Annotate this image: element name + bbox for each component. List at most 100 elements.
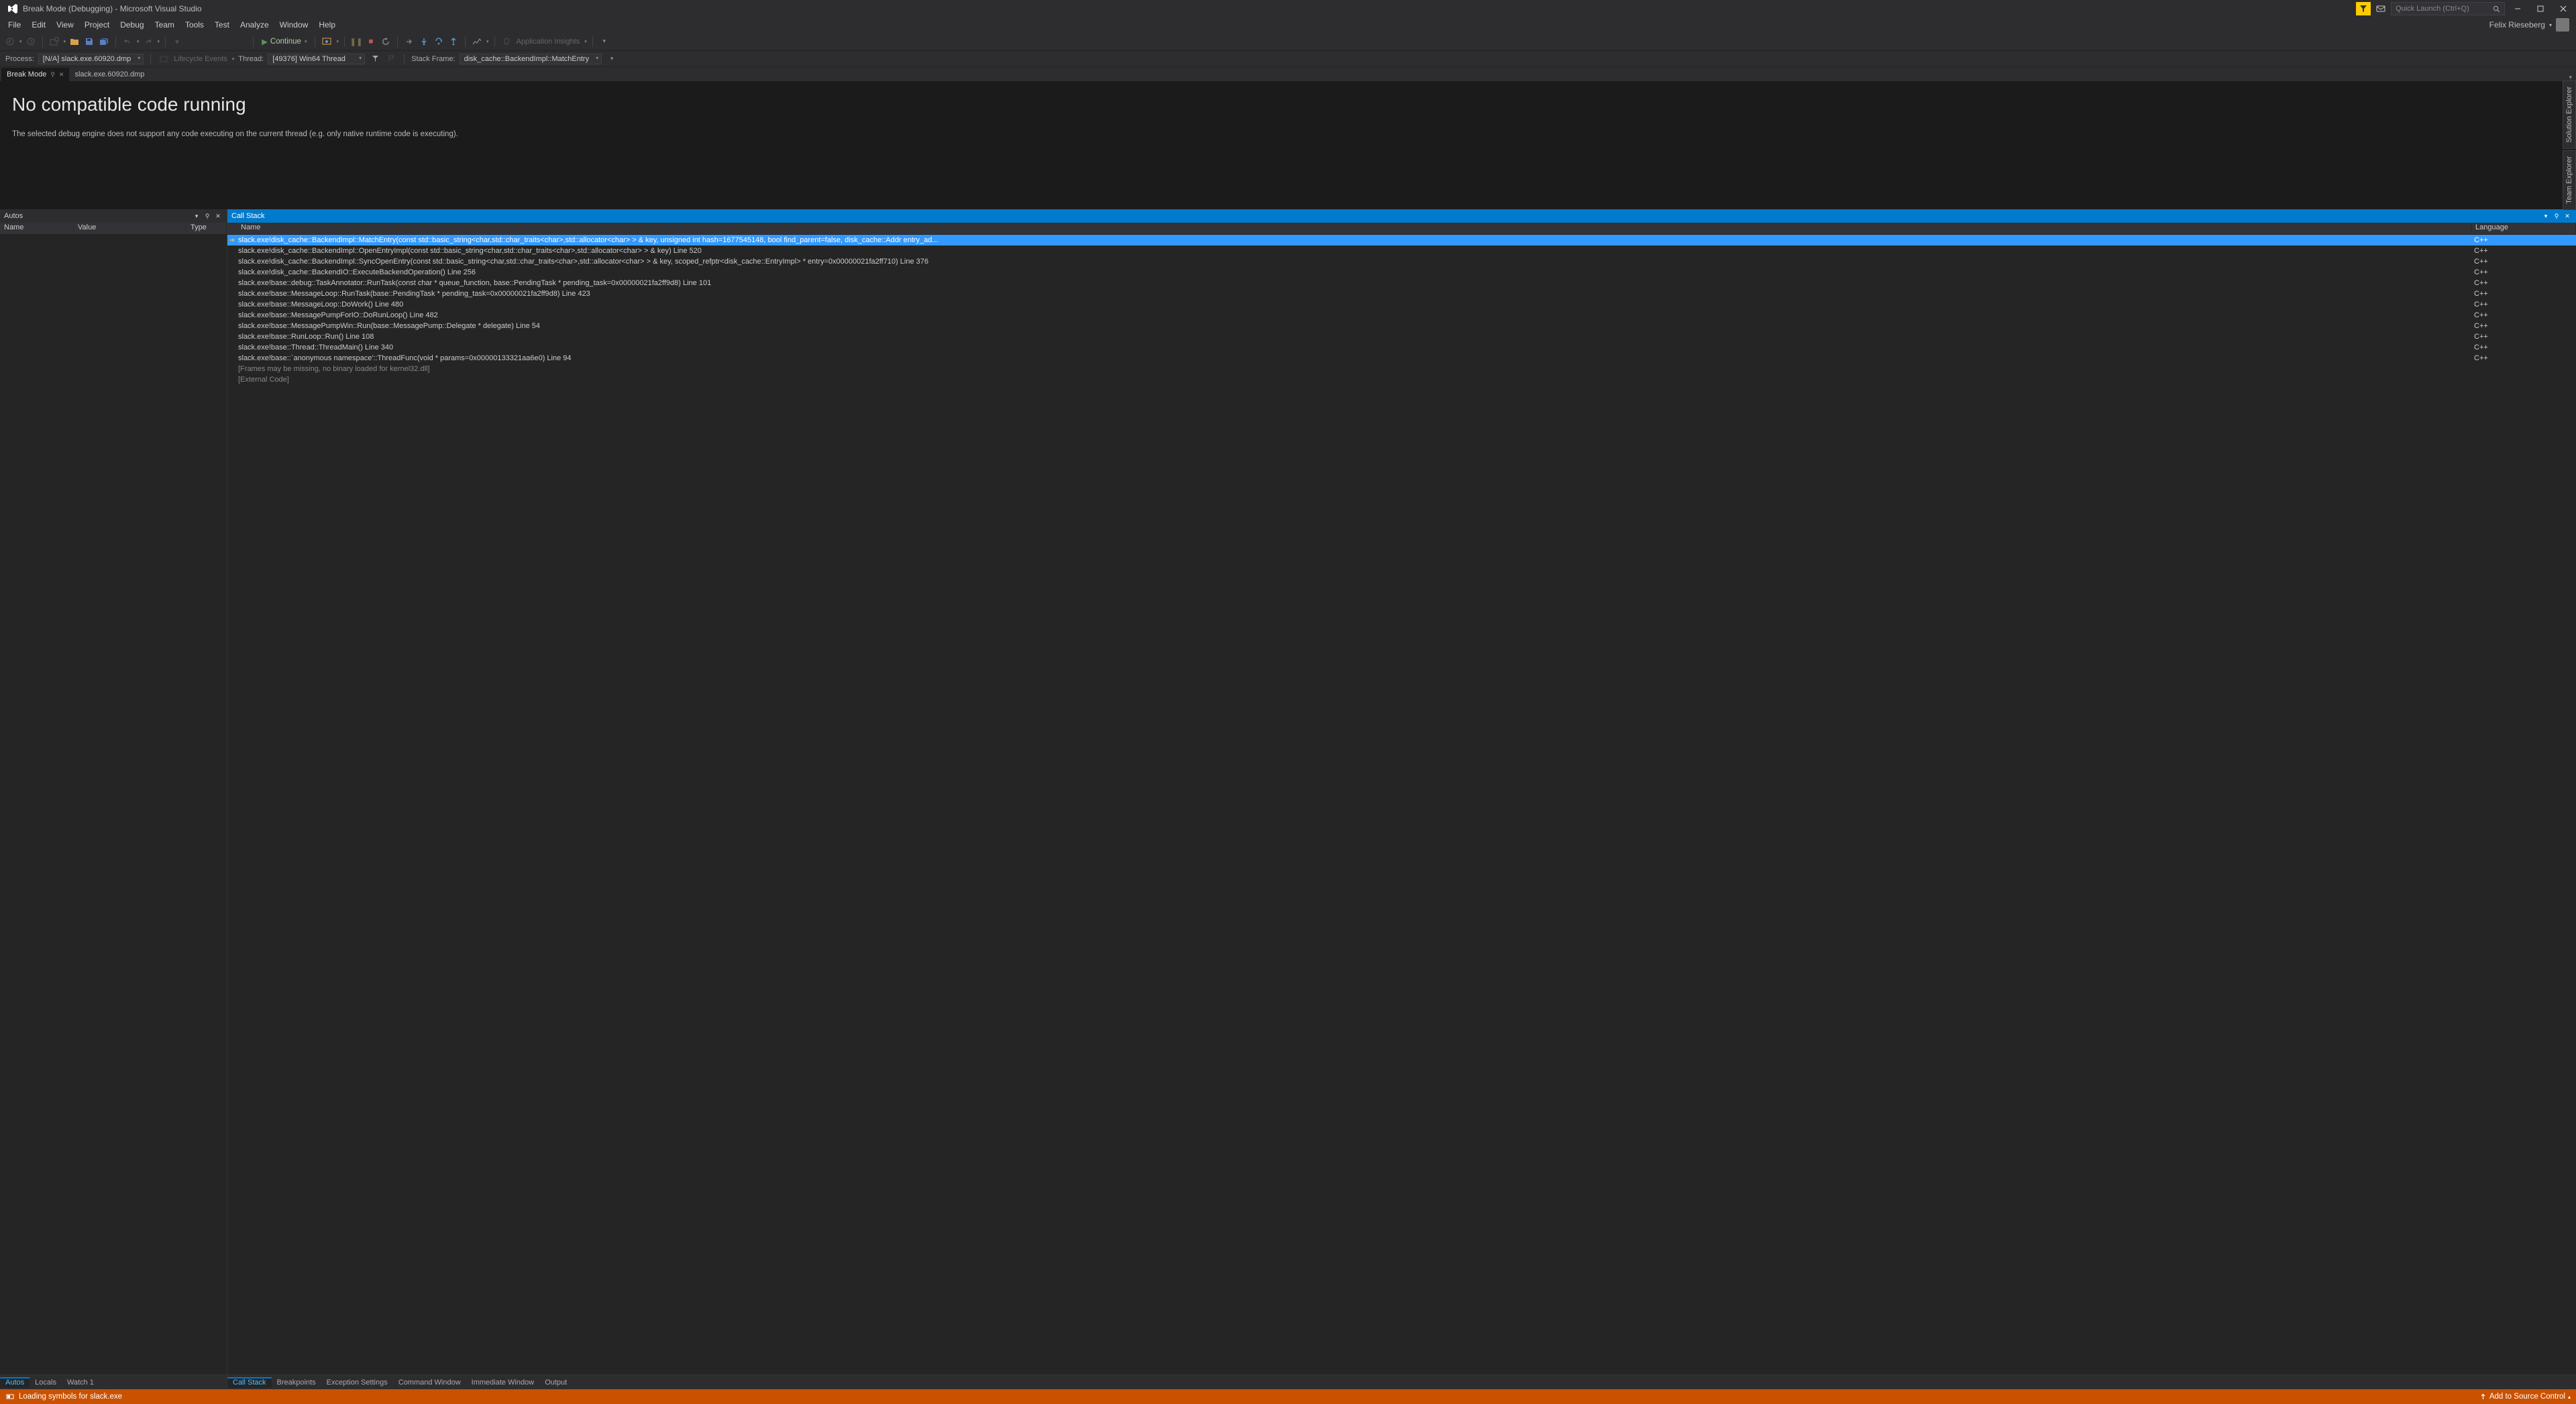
chevron-down-icon[interactable]: ▾ bbox=[64, 39, 66, 44]
maximize-button[interactable] bbox=[2530, 2, 2551, 15]
minimize-button[interactable] bbox=[2508, 2, 2528, 15]
col-value[interactable]: Value bbox=[74, 223, 186, 234]
callstack-row[interactable]: slack.exe!base::`anonymous namespace'::T… bbox=[227, 353, 2576, 364]
redo-icon[interactable] bbox=[142, 36, 154, 48]
save-icon[interactable] bbox=[83, 36, 95, 48]
callstack-row[interactable]: slack.exe!base::MessagePumpForIO::DoRunL… bbox=[227, 310, 2576, 321]
callstack-row[interactable]: ➔slack.exe!disk_cache::BackendImpl::Matc… bbox=[227, 235, 2576, 246]
new-project-icon[interactable] bbox=[48, 36, 60, 48]
tab-break-mode[interactable]: Break Mode ⚲ ✕ bbox=[1, 68, 69, 81]
callstack-header[interactable]: Call Stack ▾ ⚲ ✕ bbox=[227, 209, 2576, 223]
tab-callstack[interactable]: Call Stack bbox=[227, 1377, 272, 1388]
menu-view[interactable]: View bbox=[51, 19, 79, 31]
filter-threads-icon[interactable] bbox=[369, 53, 381, 65]
add-to-source-control[interactable]: Add to Source Control ▴ bbox=[2479, 1393, 2571, 1401]
autos-header[interactable]: Autos ▾ ⚲ ✕ bbox=[0, 209, 227, 223]
callstack-row[interactable]: slack.exe!base::Thread::ThreadMain() Lin… bbox=[227, 342, 2576, 353]
stack-frame-combo[interactable]: disk_cache::BackendImpl::MatchEntry bbox=[460, 54, 602, 64]
show-next-statement-icon[interactable] bbox=[403, 36, 415, 48]
undo-icon[interactable] bbox=[121, 36, 133, 48]
tab-watch1[interactable]: Watch 1 bbox=[62, 1377, 99, 1388]
lifecycle-label[interactable]: Lifecycle Events bbox=[174, 55, 227, 63]
pause-icon[interactable]: ❚❚ bbox=[350, 36, 362, 48]
toolbar-overflow-icon[interactable]: ▾ bbox=[606, 53, 618, 65]
side-team-explorer[interactable]: Team Explorer bbox=[2563, 150, 2576, 210]
callstack-row[interactable]: slack.exe!base::RunLoop::Run() Line 108C… bbox=[227, 331, 2576, 342]
callstack-row[interactable]: slack.exe!disk_cache::BackendImpl::OpenE… bbox=[227, 246, 2576, 256]
notifications-icon[interactable] bbox=[2373, 2, 2388, 15]
chevron-down-icon[interactable]: ▾ bbox=[232, 56, 235, 62]
menu-project[interactable]: Project bbox=[79, 19, 115, 31]
close-icon[interactable]: ✕ bbox=[2563, 211, 2572, 221]
pin-icon[interactable]: ⚲ bbox=[50, 71, 55, 78]
callstack-row[interactable]: slack.exe!disk_cache::BackendImpl::SyncO… bbox=[227, 256, 2576, 267]
menu-tools[interactable]: Tools bbox=[180, 19, 209, 31]
close-icon[interactable]: ✕ bbox=[59, 71, 64, 78]
menu-team[interactable]: Team bbox=[150, 19, 180, 31]
step-over-icon[interactable] bbox=[433, 36, 445, 48]
pending-changes-filter-icon[interactable] bbox=[2356, 2, 2371, 15]
chevron-down-icon[interactable]: ▾ bbox=[137, 39, 140, 44]
callstack-row[interactable]: [Frames may be missing, no binary loaded… bbox=[227, 364, 2576, 374]
tab-dump-file[interactable]: slack.exe.60920.dmp bbox=[69, 68, 150, 81]
process-combo[interactable]: [N/A] slack.exe.60920.dmp bbox=[38, 54, 144, 64]
close-icon[interactable]: ✕ bbox=[213, 211, 223, 221]
tab-command-window[interactable]: Command Window bbox=[393, 1377, 466, 1388]
tab-exception-settings[interactable]: Exception Settings bbox=[321, 1377, 393, 1388]
callstack-row[interactable]: slack.exe!base::MessagePumpWin::Run(base… bbox=[227, 321, 2576, 331]
intellitrace-icon[interactable] bbox=[471, 36, 483, 48]
chevron-down-icon[interactable]: ▾ bbox=[486, 39, 489, 44]
tab-autos[interactable]: Autos bbox=[0, 1377, 30, 1388]
callstack-row[interactable]: slack.exe!base::MessageLoop::RunTask(bas… bbox=[227, 288, 2576, 299]
callstack-row[interactable]: [External Code] bbox=[227, 374, 2576, 385]
chevron-down-icon[interactable]: ▾ bbox=[336, 39, 339, 44]
close-button[interactable] bbox=[2553, 2, 2573, 15]
pin-icon[interactable]: ⚲ bbox=[203, 211, 212, 221]
tab-locals[interactable]: Locals bbox=[30, 1377, 62, 1388]
step-out-icon[interactable] bbox=[447, 36, 460, 48]
tab-label: Break Mode bbox=[7, 70, 46, 78]
quick-launch-input[interactable]: Quick Launch (Ctrl+Q) bbox=[2391, 2, 2505, 15]
tab-output[interactable]: Output bbox=[539, 1377, 572, 1388]
menu-debug[interactable]: Debug bbox=[115, 19, 149, 31]
col-type[interactable]: Type bbox=[186, 223, 227, 234]
menu-analyze[interactable]: Analyze bbox=[235, 19, 274, 31]
callstack-row[interactable]: slack.exe!base::MessageLoop::DoWork() Li… bbox=[227, 299, 2576, 310]
app-insights-label[interactable]: Application Insights bbox=[515, 38, 582, 46]
col-name[interactable]: Name bbox=[237, 223, 2471, 234]
chevron-down-icon[interactable]: ▾ bbox=[19, 39, 22, 44]
callstack-row[interactable]: slack.exe!base::debug::TaskAnnotator::Ru… bbox=[227, 278, 2576, 288]
menu-edit[interactable]: Edit bbox=[26, 19, 51, 31]
window-position-icon[interactable]: ▾ bbox=[192, 211, 201, 221]
menu-help[interactable]: Help bbox=[313, 19, 341, 31]
nav-back-icon[interactable] bbox=[4, 36, 16, 48]
restart-icon[interactable] bbox=[380, 36, 392, 48]
menu-test[interactable]: Test bbox=[209, 19, 235, 31]
tab-immediate-window[interactable]: Immediate Window bbox=[466, 1377, 540, 1388]
browser-link-icon[interactable] bbox=[321, 36, 333, 48]
menu-file[interactable]: File bbox=[3, 19, 26, 31]
nav-forward-icon[interactable] bbox=[25, 36, 37, 48]
continue-button[interactable]: ▶ Continue ▾ bbox=[259, 37, 309, 46]
side-solution-explorer[interactable]: Solution Explorer bbox=[2563, 80, 2576, 149]
col-name[interactable]: Name bbox=[0, 223, 74, 234]
toolbar-overflow-icon[interactable]: ▾ bbox=[598, 36, 610, 48]
frame-name: slack.exe!base::MessagePumpForIO::DoRunL… bbox=[237, 311, 2471, 319]
app-insights-icon[interactable] bbox=[500, 36, 513, 48]
thread-combo[interactable]: [49376] Win64 Thread bbox=[268, 54, 365, 64]
step-into-icon[interactable] bbox=[418, 36, 430, 48]
chevron-down-icon[interactable]: ▾ bbox=[158, 39, 160, 44]
stop-icon[interactable]: ■ bbox=[365, 36, 377, 48]
col-language[interactable]: Language bbox=[2471, 223, 2576, 234]
tab-breakpoints[interactable]: Breakpoints bbox=[272, 1377, 321, 1388]
pin-icon[interactable]: ⚲ bbox=[2552, 211, 2561, 221]
flag-icon[interactable] bbox=[385, 53, 397, 65]
solution-config-icon[interactable]: ▾ bbox=[171, 36, 183, 48]
menu-window[interactable]: Window bbox=[274, 19, 314, 31]
open-file-icon[interactable] bbox=[68, 36, 80, 48]
user-account[interactable]: Felix Rieseberg ▾ bbox=[2485, 18, 2573, 32]
callstack-row[interactable]: slack.exe!disk_cache::BackendIO::Execute… bbox=[227, 267, 2576, 278]
save-all-icon[interactable] bbox=[98, 36, 110, 48]
chevron-down-icon[interactable]: ▾ bbox=[584, 39, 587, 44]
window-position-icon[interactable]: ▾ bbox=[2541, 211, 2551, 221]
